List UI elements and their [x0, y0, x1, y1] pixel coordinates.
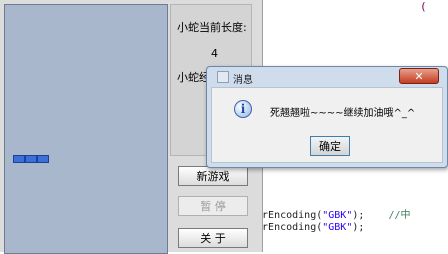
code-string: "GBK" [322, 222, 353, 233]
length-label: 小蛇当前长度: [177, 21, 247, 34]
info-icon: i [234, 100, 252, 118]
code-comment: //中 [388, 210, 411, 221]
about-button[interactable]: 关 于 [178, 228, 248, 248]
dialog-title: 消息 [233, 75, 253, 86]
close-icon: ✕ [414, 69, 424, 83]
code-fragment: ( [420, 0, 427, 13]
snake-segment [25, 155, 37, 163]
close-button[interactable]: ✕ [399, 68, 439, 84]
snake-segment [37, 155, 49, 163]
code-text: ); [352, 222, 365, 233]
dialog-titlebar[interactable]: 消息 ✕ [207, 67, 447, 87]
window-icon [217, 71, 229, 83]
message-dialog: 消息 ✕ i 死翘翘啦~~~~继续加油哦^_^ 确定 [206, 66, 448, 168]
dialog-message: 死翘翘啦~~~~继续加油哦^_^ [270, 108, 416, 119]
code-text: ); [352, 210, 365, 221]
ok-button[interactable]: 确定 [310, 136, 350, 156]
code-line: terEncoding("GBK"); [250, 222, 364, 233]
snake-segment [13, 155, 25, 163]
game-board [4, 4, 168, 254]
length-value: 4 [211, 47, 218, 60]
code-line: terEncoding("GBK"); //中 [250, 206, 411, 221]
new-game-button[interactable]: 新游戏 [178, 166, 248, 186]
dialog-body: i 死翘翘啦~~~~继续加油哦^_^ 确定 [211, 87, 443, 163]
pause-button[interactable]: 暂 停 [178, 196, 248, 216]
code-string: "GBK" [322, 210, 353, 221]
info-icon-glyph: i [240, 102, 246, 116]
